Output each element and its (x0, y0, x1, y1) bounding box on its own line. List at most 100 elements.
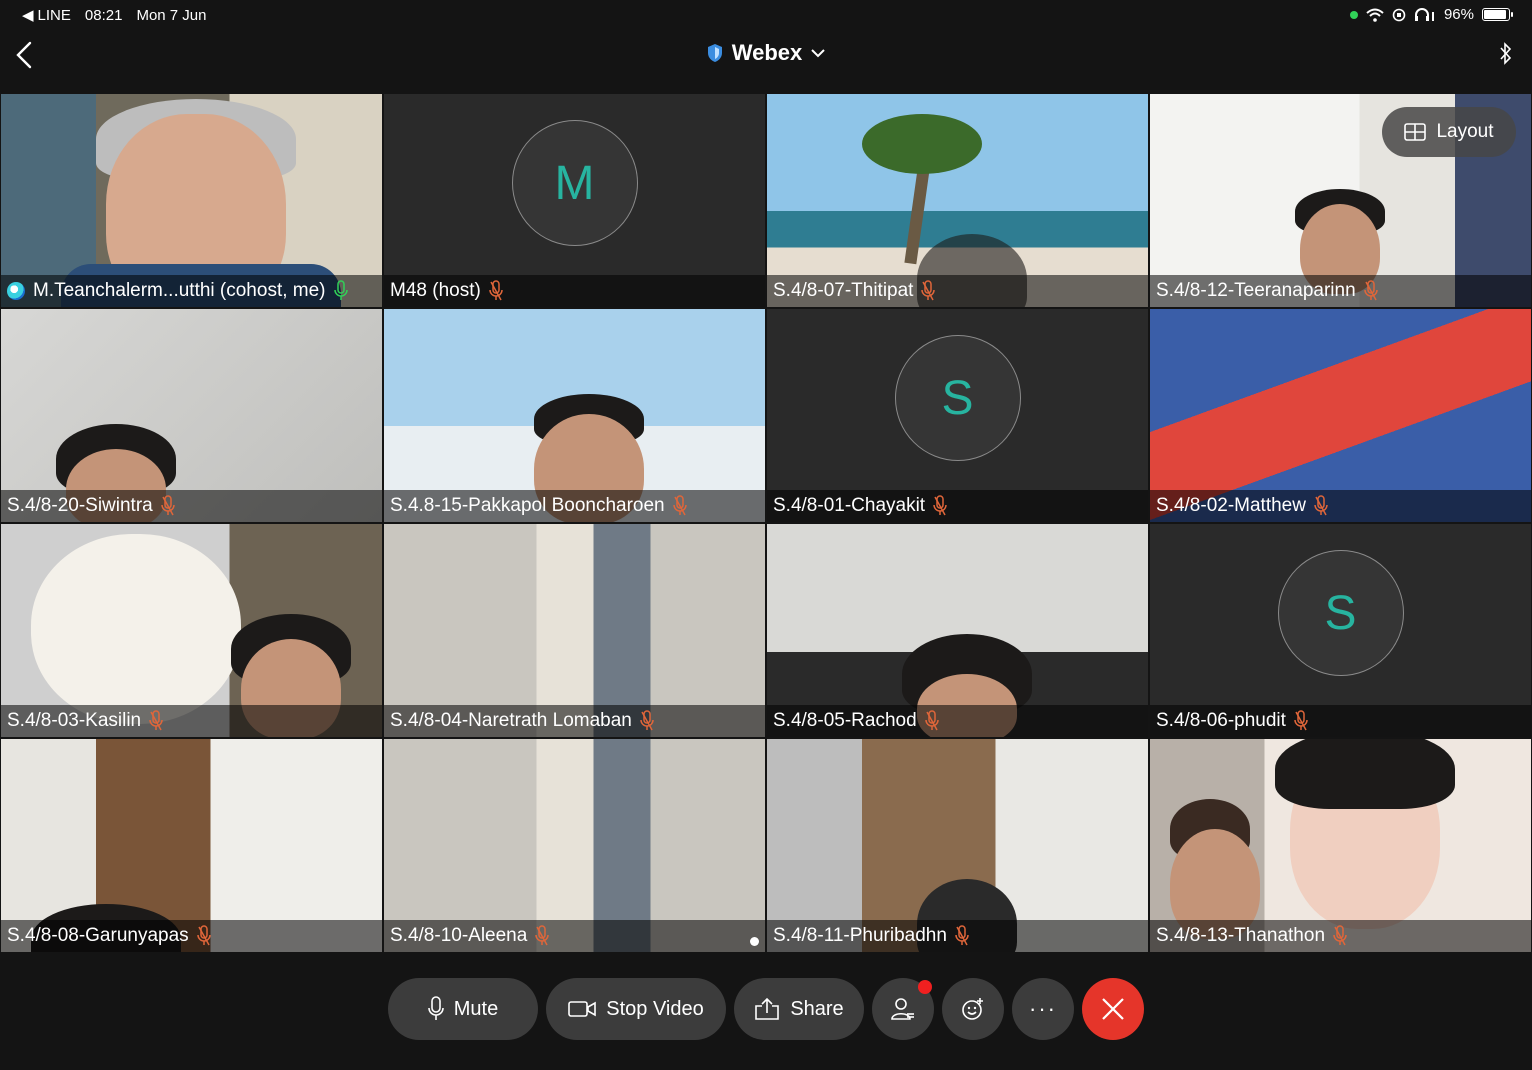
participant-tile[interactable]: S.4/8-08-Garunyapas (1, 739, 382, 952)
participant-name: S.4/8-03-Kasilin (7, 710, 142, 731)
status-app[interactable]: LINE (38, 7, 71, 24)
reactions-button[interactable] (942, 978, 1004, 1040)
share-button[interactable]: Share (734, 978, 864, 1040)
stop-video-button[interactable]: Stop Video (546, 978, 726, 1040)
meeting-toolbar: Mute Stop Video Share ··· (0, 978, 1532, 1040)
participant-name-bar: S.4/8-05-Rachod (767, 705, 1148, 737)
participant-name-bar: S.4/8-04-Naretrath Lomaban (384, 705, 765, 737)
chevron-down-icon (811, 49, 825, 58)
meeting-title[interactable]: Webex (0, 40, 1532, 66)
video-camera-icon (568, 1001, 597, 1017)
mic-muted-icon (640, 710, 654, 731)
participant-name: S.4/8-11-Phuribadhn (773, 925, 947, 946)
participant-name-bar: S.4/8-20-Siwintra (1, 490, 382, 522)
status-time: 08:21 (84, 6, 123, 24)
status-bar: ◀ LINE 08:21 Mon 7 Jun 96% (0, 0, 1532, 32)
mic-muted-icon (924, 710, 939, 731)
participant-tile[interactable]: S.4/8-13-Thanathon (1150, 739, 1531, 952)
mic-muted-icon (149, 710, 163, 731)
share-label: Share (790, 997, 844, 1020)
participant-name-bar: M.Teanchalerm...utthi (cohost, me) (1, 275, 382, 307)
orientation-lock-icon (1392, 8, 1406, 21)
participant-tile[interactable]: S.4/8-05-Rachod (767, 524, 1148, 737)
mic-muted-icon (1333, 925, 1347, 946)
participant-tile[interactable]: S.4.8-15-Pakkapol Booncharoen (384, 309, 765, 522)
mic-muted-icon (933, 495, 947, 516)
mic-muted-icon (921, 280, 936, 301)
page-indicator-dot[interactable] (750, 937, 759, 946)
participant-tile[interactable]: S.4/8-03-Kasilin (1, 524, 382, 737)
participant-name: S.4/8-13-Thanathon (1156, 925, 1326, 946)
mic-muted-icon (489, 280, 503, 301)
participants-icon (891, 998, 914, 1020)
notification-dot (918, 980, 932, 994)
participant-tile[interactable]: M M48 (host) (384, 94, 765, 307)
mic-muted-icon (196, 925, 211, 946)
more-dots-icon: ··· (1029, 996, 1057, 1021)
headphones-icon (1414, 7, 1434, 21)
participant-name: S.4/8-12-Teeranaparinn (1156, 280, 1356, 301)
video-grid: M.Teanchalerm...utthi (cohost, me) M M48 (… (1, 94, 1531, 954)
participant-tile[interactable]: S.4/8-02-Matthew (1150, 309, 1531, 522)
layout-label: Layout (1436, 121, 1494, 142)
emoji-icon (962, 998, 983, 1020)
close-icon (1102, 998, 1124, 1020)
participant-name: S.4/8-10-Aleena (390, 925, 528, 946)
participant-name: S.4/8-05-Rachod (773, 710, 917, 731)
mic-muted-icon (160, 495, 175, 516)
participant-name: S.4/8-01-Chayakit (773, 495, 926, 516)
participant-name: S.4.8-15-Pakkapol Booncharoen (390, 495, 665, 516)
stop-video-label: Stop Video (606, 997, 704, 1020)
participant-name: S.4/8-20-Siwintra (7, 495, 153, 516)
mic-muted-icon (1363, 280, 1378, 301)
participant-tile[interactable]: S.4/8-04-Naretrath Lomaban (384, 524, 765, 737)
status-date: Mon 7 Jun (136, 6, 207, 24)
participant-tile[interactable]: S.4/8-10-Aleena (384, 739, 765, 952)
wifi-icon (1366, 8, 1384, 22)
participant-name: S.4/8-06-phudit (1156, 710, 1286, 731)
participant-name-bar: M48 (host) (384, 275, 765, 307)
participant-tile[interactable]: S.4/8-07-Thitipat (767, 94, 1148, 307)
participant-name-bar: S.4/8-02-Matthew (1150, 490, 1531, 522)
participants-button[interactable] (872, 978, 934, 1040)
participant-name-bar: S.4/8-06-phudit (1150, 705, 1531, 737)
battery-percent: 96% (1443, 6, 1474, 23)
participant-tile[interactable]: S.4/8-11-Phuribadhn (767, 739, 1148, 952)
participant-name: S.4/8-07-Thitipat (773, 280, 914, 301)
mute-button[interactable]: Mute (388, 978, 538, 1040)
participant-name: M.Teanchalerm...utthi (cohost, me) (33, 280, 326, 301)
bluetooth-icon[interactable] (1498, 40, 1514, 68)
mic-muted-icon (672, 495, 687, 516)
battery-level (1484, 10, 1506, 19)
participant-tile[interactable]: M.Teanchalerm...utthi (cohost, me) (1, 94, 382, 307)
back-to-app-icon[interactable]: ◀ (22, 6, 34, 24)
participant-name: S.4/8-02-Matthew (1156, 495, 1306, 516)
participant-name-bar: S.4/8-07-Thitipat (767, 275, 1148, 307)
top-bar: Webex (0, 32, 1532, 92)
participant-avatar: M (511, 120, 638, 246)
participant-name-bar: S.4/8-03-Kasilin (1, 705, 382, 737)
share-icon (755, 997, 780, 1020)
participant-name-bar: S.4.8-15-Pakkapol Booncharoen (384, 490, 765, 522)
more-options-button[interactable]: ··· (1012, 978, 1074, 1040)
mute-label: Mute (453, 997, 499, 1020)
mic-muted-icon (1294, 710, 1308, 731)
layout-button[interactable]: Layout (1382, 107, 1516, 157)
participant-tile[interactable]: S.4/8-20-Siwintra (1, 309, 382, 522)
microphone-icon (427, 996, 444, 1020)
app-title: Webex (731, 40, 803, 65)
participant-name: S.4/8-08-Garunyapas (7, 925, 189, 946)
mic-muted-icon (1314, 495, 1328, 516)
participant-tile[interactable]: S S.4/8-01-Chayakit (767, 309, 1148, 522)
participant-name-bar: S.4/8-13-Thanathon (1150, 920, 1531, 952)
camera-in-use-icon (1349, 10, 1358, 19)
shield-icon (707, 44, 722, 62)
grid-layout-icon (1404, 123, 1427, 141)
participant-name: M48 (host) (390, 280, 481, 301)
participant-avatar: S (1277, 550, 1404, 676)
mic-muted-icon (955, 925, 969, 946)
leave-meeting-button[interactable] (1082, 978, 1144, 1040)
participant-tile[interactable]: S S.4/8-06-phudit (1150, 524, 1531, 737)
mic-active-icon (333, 280, 348, 300)
webex-logo-icon (7, 282, 25, 300)
